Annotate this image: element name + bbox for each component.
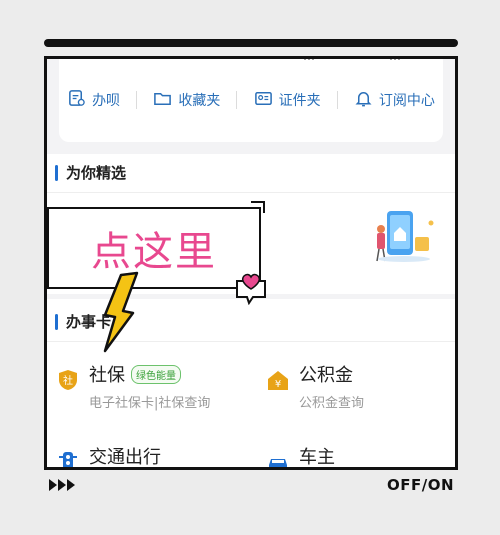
service-subtitle: 公积金查询 bbox=[299, 396, 365, 411]
service-transportation[interactable]: 交通出行 bbox=[57, 443, 161, 468]
service-social-security[interactable]: 社 社保 绿色能量 电子社保卡|社保查询 bbox=[57, 361, 210, 411]
ticket-icon bbox=[67, 89, 86, 112]
quick-link-id-cards[interactable]: 证件夹 bbox=[254, 89, 321, 112]
heart-speech-icon bbox=[236, 273, 266, 305]
quick-link-favorites[interactable]: 收藏夹 bbox=[153, 89, 220, 112]
quick-link-label: 办呗 bbox=[92, 93, 121, 109]
service-subtitle: 电子社保卡|社保查询 bbox=[89, 396, 211, 411]
quick-link-label: 收藏夹 bbox=[178, 93, 221, 109]
house-yen-icon: ¥ bbox=[268, 371, 288, 390]
service-title: 交通出行 bbox=[89, 447, 161, 468]
phone-frame: … … 办呗 收藏夹 证件夹 订阅中心 为你精选 办事卡 社 社保 绿色能量 电… bbox=[44, 56, 458, 470]
quick-link-label: 订阅中心 bbox=[378, 93, 435, 109]
quick-link-label: 证件夹 bbox=[278, 93, 321, 109]
picks-section-header: 为你精选 bbox=[55, 162, 126, 183]
pointer-arrow-icon bbox=[103, 271, 139, 353]
player-bar: OFF/ON bbox=[46, 476, 456, 496]
bell-icon bbox=[354, 89, 373, 112]
fast-forward-icon[interactable] bbox=[48, 477, 78, 493]
off-on-toggle[interactable]: OFF/ON bbox=[387, 476, 454, 494]
phone-illustration-icon[interactable] bbox=[371, 209, 437, 265]
divider bbox=[336, 91, 338, 109]
green-energy-badge: 绿色能量 bbox=[131, 364, 181, 384]
svg-text:¥: ¥ bbox=[275, 379, 281, 390]
clipped-text-right: … bbox=[389, 56, 401, 63]
quick-links-card: … … 办呗 收藏夹 证件夹 订阅中心 bbox=[59, 56, 443, 142]
top-black-bar bbox=[44, 39, 458, 47]
service-title: 公积金 bbox=[299, 365, 353, 386]
service-housing-fund[interactable]: ¥ 公积金 公积金查询 bbox=[267, 361, 364, 411]
id-card-icon bbox=[254, 89, 273, 112]
service-title: 车主 bbox=[299, 447, 335, 468]
service-car-owner[interactable]: 车主 bbox=[267, 443, 335, 468]
clipped-text-left: … bbox=[303, 56, 315, 63]
traffic-light-icon bbox=[59, 452, 77, 467]
svg-text:社: 社 bbox=[63, 374, 73, 387]
section-accent-bar bbox=[55, 164, 58, 181]
quick-links-row: 办呗 收藏夹 证件夹 订阅中心 bbox=[59, 85, 443, 115]
car-icon bbox=[269, 459, 287, 467]
folder-icon bbox=[153, 89, 172, 112]
quick-link-banbei[interactable]: 办呗 bbox=[67, 89, 120, 112]
divider bbox=[236, 91, 238, 109]
callout-corner-mark bbox=[251, 201, 265, 213]
service-title: 社保 bbox=[89, 365, 125, 386]
shield-badge-icon: 社 bbox=[59, 370, 77, 390]
section-accent-bar bbox=[55, 313, 58, 330]
callout-text: 点这里 bbox=[91, 229, 217, 275]
divider bbox=[47, 192, 455, 193]
section-title: 为你精选 bbox=[66, 164, 127, 182]
divider bbox=[136, 91, 138, 109]
quick-link-subscriptions[interactable]: 订阅中心 bbox=[354, 89, 435, 112]
